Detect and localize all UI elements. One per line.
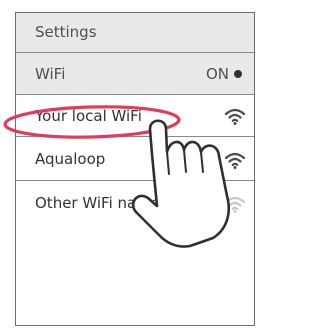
settings-title: Settings [35,23,97,41]
wifi-toggle-row[interactable]: WiFi ON [16,53,254,95]
network-item-your-local-wifi[interactable]: Your local WiFi [16,95,254,137]
network-name: Aqualoop [35,150,106,168]
network-name: Your local WiFi [35,107,142,125]
wifi-state-text: ON [205,65,229,83]
toggle-on-indicator-icon[interactable] [234,70,242,78]
network-name: Other WiFi name [35,194,161,212]
wifi-label: WiFi [35,65,66,83]
settings-screen: Settings WiFi ON Your local WiFi Aqualoo… [15,12,255,326]
settings-header: Settings [16,13,254,53]
wifi-signal-icon [224,108,246,125]
network-item-aqualoop[interactable]: Aqualoop [16,137,254,181]
network-item-other-wifi-name[interactable]: Other WiFi name [16,181,254,225]
wifi-signal-icon [224,152,246,169]
wifi-signal-icon [224,196,246,213]
